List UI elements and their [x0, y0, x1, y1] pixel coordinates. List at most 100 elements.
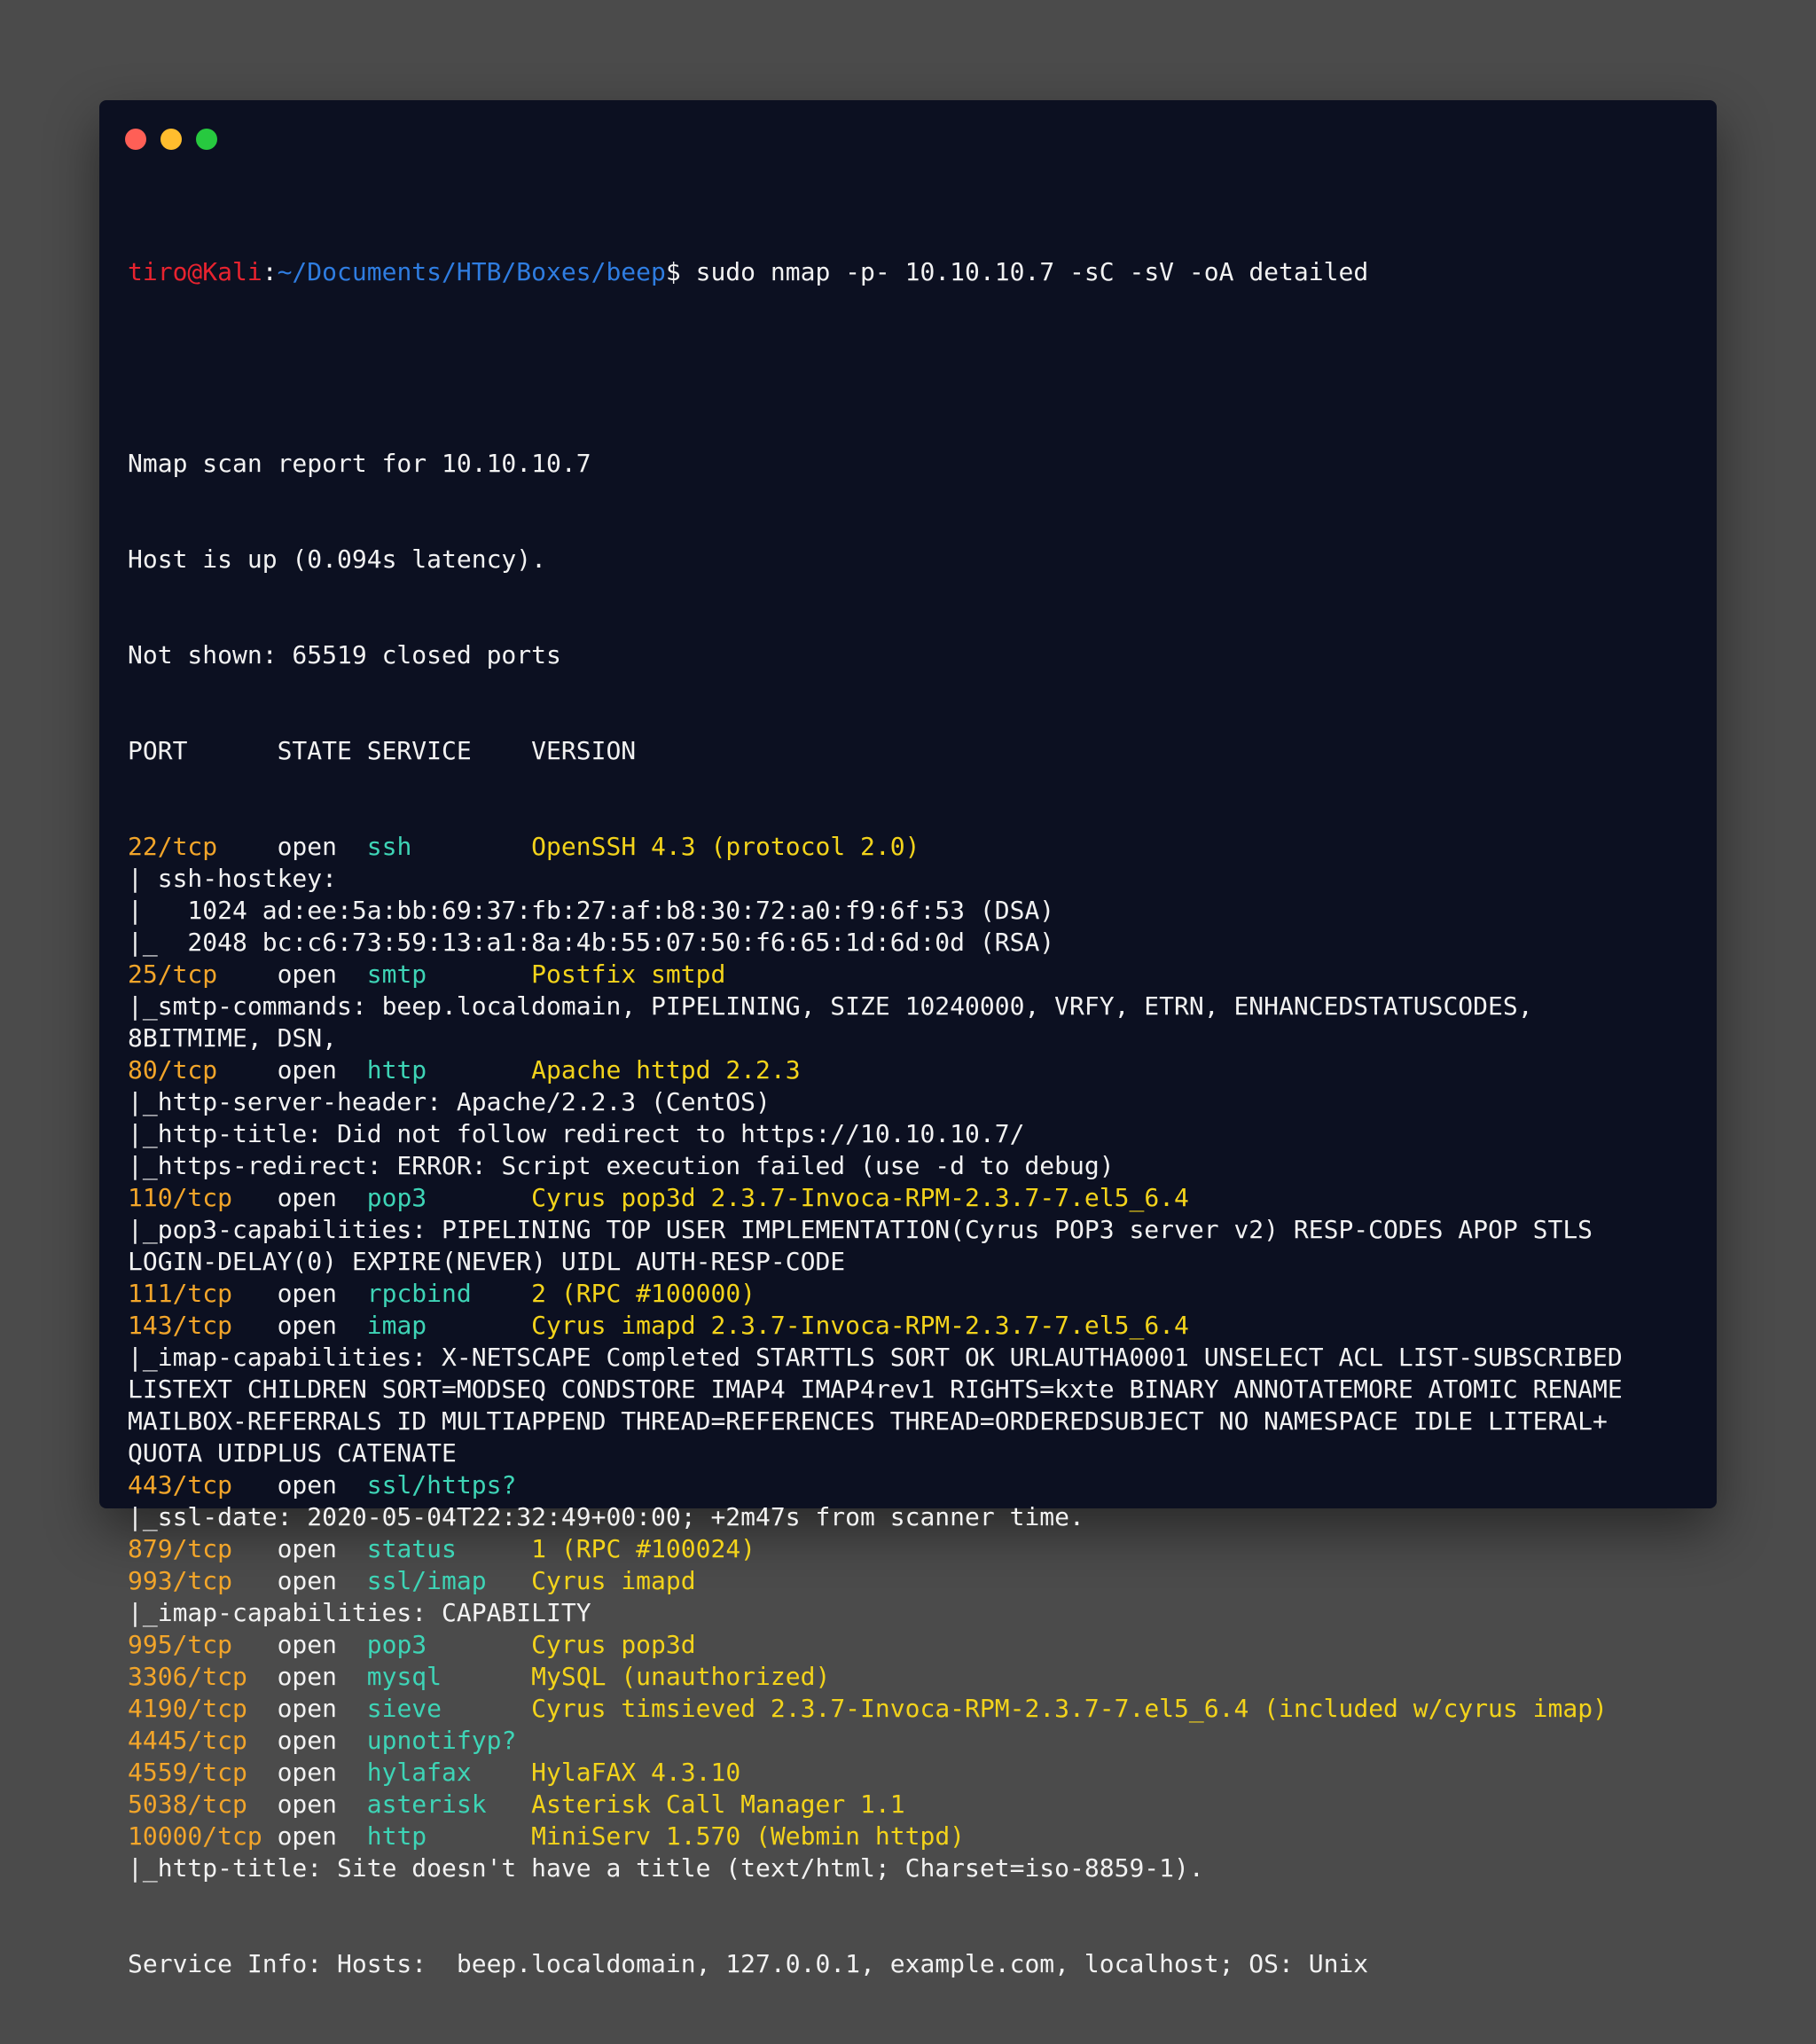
port-version: 2 (RPC #100000)	[531, 1279, 756, 1308]
port-number: 10000/tcp	[128, 1821, 278, 1851]
port-row: 995/tcp open pop3 Cyrus pop3d	[128, 1629, 1706, 1661]
port-row: 110/tcp open pop3 Cyrus pop3d 2.3.7-Invo…	[128, 1182, 1706, 1214]
port-row: 4445/tcp open upnotifyp?	[128, 1725, 1706, 1757]
prompt-user-host: tiro@Kali	[128, 257, 262, 286]
port-state: open	[277, 1726, 367, 1755]
script-output-line: |_smtp-commands: beep.localdomain, PIPEL…	[128, 991, 1533, 1021]
port-number: 443/tcp	[128, 1470, 278, 1500]
script-output-line: 8BITMIME, DSN,	[128, 1023, 338, 1053]
script-output-line: |_ 2048 bc:c6:73:59:13:a1:8a:4b:55:07:50…	[128, 928, 1055, 957]
port-service: imap	[366, 1311, 532, 1340]
port-row: 4559/tcp open hylafax HylaFAX 4.3.10	[128, 1757, 1706, 1789]
script-output-line: |_https-redirect: ERROR: Script executio…	[128, 1151, 1115, 1180]
script-output-line: |_http-server-header: Apache/2.2.3 (Cent…	[128, 1087, 771, 1116]
port-service: ssl/imap	[366, 1566, 532, 1595]
port-state: open	[277, 1821, 367, 1851]
port-row: 10000/tcp open http MiniServ 1.570 (Webm…	[128, 1821, 1706, 1852]
script-output-line: MAILBOX-REFERRALS ID MULTIAPPEND THREAD=…	[128, 1406, 1608, 1436]
port-row: 25/tcp open smtp Postfix smtpd	[128, 959, 1706, 991]
port-version: Cyrus imapd 2.3.7-Invoca-RPM-2.3.7-7.el5…	[531, 1311, 1189, 1340]
port-state: open	[277, 1694, 367, 1723]
port-number: 3306/tcp	[128, 1662, 278, 1691]
terminal-output[interactable]: tiro@Kali:~/Documents/HTB/Boxes/beep$ su…	[128, 192, 1706, 2044]
port-version: Cyrus timsieved 2.3.7-Invoca-RPM-2.3.7-7…	[531, 1694, 1608, 1723]
script-output-line: |_ssl-date: 2020-05-04T22:32:49+00:00; +…	[128, 1502, 1084, 1531]
port-service: http	[366, 1055, 532, 1085]
script-output-line: |_pop3-capabilities: PIPELINING TOP USER…	[128, 1215, 1593, 1244]
port-number: 111/tcp	[128, 1279, 278, 1308]
output-line: Host is up (0.094s latency).	[128, 544, 547, 574]
port-state: open	[277, 1470, 367, 1500]
port-row: 879/tcp open status 1 (RPC #100024)	[128, 1533, 1706, 1565]
port-version: Cyrus pop3d	[531, 1630, 696, 1659]
port-row: 993/tcp open ssl/imap Cyrus imapd	[128, 1565, 1706, 1597]
port-service: status	[366, 1534, 532, 1563]
port-number: 879/tcp	[128, 1534, 278, 1563]
script-output-line: |_imap-capabilities: X-NETSCAPE Complete…	[128, 1343, 1623, 1372]
prompt-command: sudo nmap -p- 10.10.10.7 -sC -sV -oA det…	[680, 257, 1369, 286]
script-output-line: QUOTA UIDPLUS CATENATE	[128, 1438, 457, 1468]
port-service: ssl/https?	[366, 1470, 517, 1500]
port-row: 443/tcp open ssl/https?	[128, 1469, 1706, 1501]
port-state: open	[277, 832, 367, 861]
port-version: MySQL (unauthorized)	[531, 1662, 831, 1691]
port-service: ssh	[366, 832, 532, 861]
prompt-path: ~/Documents/HTB/Boxes/beep	[277, 257, 666, 286]
script-output-line: | ssh-hostkey:	[128, 864, 338, 893]
script-output-line: |_http-title: Did not follow redirect to…	[128, 1119, 1025, 1148]
port-service: rpcbind	[366, 1279, 532, 1308]
port-row: 3306/tcp open mysql MySQL (unauthorized)	[128, 1661, 1706, 1693]
prompt-symbol: $	[665, 257, 681, 286]
port-version: 1 (RPC #100024)	[531, 1534, 756, 1563]
port-number: 4445/tcp	[128, 1726, 278, 1755]
port-table: 22/tcp open ssh OpenSSH 4.3 (protocol 2.…	[128, 831, 1706, 1884]
port-number: 993/tcp	[128, 1566, 278, 1595]
close-button[interactable]	[125, 129, 146, 150]
port-service: mysql	[366, 1662, 532, 1691]
terminal-window: tiro@Kali:~/Documents/HTB/Boxes/beep$ su…	[99, 100, 1717, 1978]
port-number: 995/tcp	[128, 1630, 278, 1659]
port-service: asterisk	[366, 1789, 532, 1819]
prompt-separator: :	[262, 257, 278, 286]
port-number: 22/tcp	[128, 832, 278, 861]
port-state: open	[277, 1311, 367, 1340]
port-state: open	[277, 1055, 367, 1085]
port-state: open	[277, 1789, 367, 1819]
port-row: 143/tcp open imap Cyrus imapd 2.3.7-Invo…	[128, 1310, 1706, 1342]
port-version: MiniServ 1.570 (Webmin httpd)	[531, 1821, 966, 1851]
port-row: 4190/tcp open sieve Cyrus timsieved 2.3.…	[128, 1693, 1706, 1725]
port-version: HylaFAX 4.3.10	[531, 1758, 741, 1787]
port-state: open	[277, 1534, 367, 1563]
port-service: hylafax	[366, 1758, 532, 1787]
service-info: Service Info: Hosts: beep.localdomain, 1…	[128, 1949, 1369, 1978]
port-state: open	[277, 1279, 367, 1308]
script-output-line: |_imap-capabilities: CAPABILITY	[128, 1598, 591, 1627]
port-state: open	[277, 959, 367, 989]
port-row: 80/tcp open http Apache httpd 2.2.3	[128, 1054, 1706, 1086]
port-version: Asterisk Call Manager 1.1	[531, 1789, 905, 1819]
port-state: open	[277, 1758, 367, 1787]
output-line: Not shown: 65519 closed ports	[128, 640, 561, 670]
output-line: Nmap scan report for 10.10.10.7	[128, 449, 591, 478]
script-output-line: LISTEXT CHILDREN SORT=MODSEQ CONDSTORE I…	[128, 1374, 1623, 1404]
port-row: 22/tcp open ssh OpenSSH 4.3 (protocol 2.…	[128, 831, 1706, 863]
maximize-button[interactable]	[196, 129, 217, 150]
port-version: Cyrus imapd	[531, 1566, 696, 1595]
port-version: OpenSSH 4.3 (protocol 2.0)	[531, 832, 920, 861]
script-output-line: LOGIN-DELAY(0) EXPIRE(NEVER) UIDL AUTH-R…	[128, 1247, 846, 1276]
minimize-button[interactable]	[160, 129, 182, 150]
port-number: 25/tcp	[128, 959, 278, 989]
port-state: open	[277, 1566, 367, 1595]
port-service: smtp	[366, 959, 532, 989]
port-number: 143/tcp	[128, 1311, 278, 1340]
port-version: Apache httpd 2.2.3	[531, 1055, 801, 1085]
port-state: open	[277, 1183, 367, 1212]
port-service: pop3	[366, 1630, 532, 1659]
prompt-line: tiro@Kali:~/Documents/HTB/Boxes/beep$ su…	[128, 256, 1706, 288]
script-output-line: |_http-title: Site doesn't have a title …	[128, 1853, 1204, 1883]
port-service: http	[366, 1821, 532, 1851]
port-number: 110/tcp	[128, 1183, 278, 1212]
port-version: Postfix smtpd	[531, 959, 726, 989]
port-state: open	[277, 1662, 367, 1691]
